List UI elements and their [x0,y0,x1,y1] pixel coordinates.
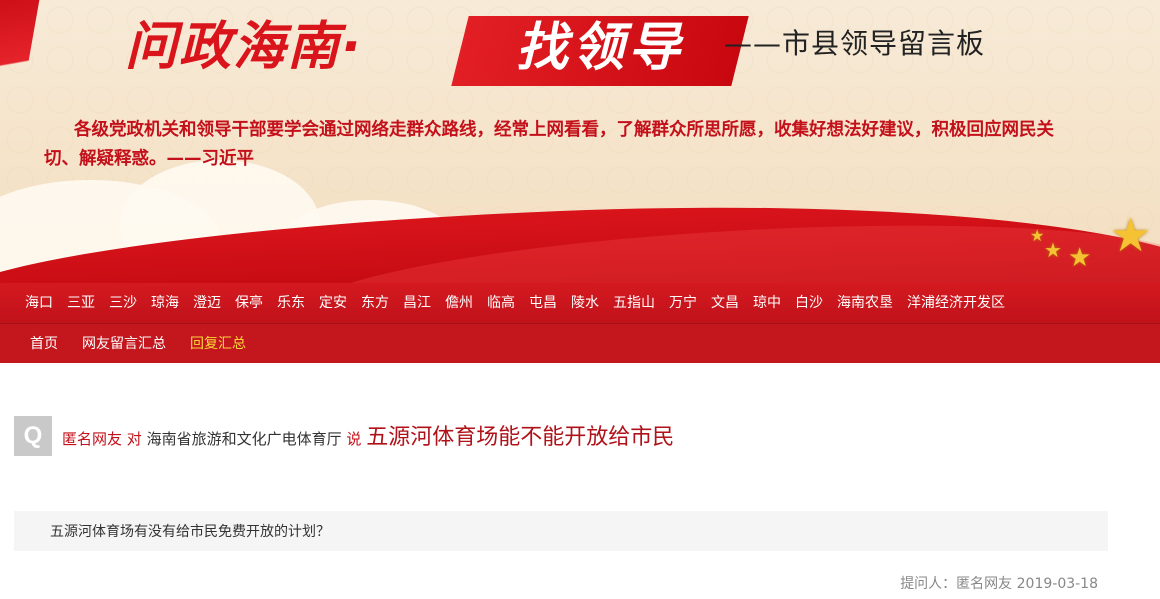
question-title: 五源河体育场能不能开放给市民 [366,425,675,450]
city-nav-item[interactable]: 琼海 [144,283,186,323]
city-nav-item[interactable]: 定安 [312,283,354,323]
question-to-word: 对 [126,430,142,448]
question-header: 匿名网友 对 海南省旅游和文化广电体育厅 说 五源河体育场能不能开放给市民 [62,421,702,456]
main-nav-item[interactable]: 回复汇总 [178,324,258,364]
star-icon: ★ [1044,238,1062,262]
banner-subtitle: ——市县领导留言板 [724,27,986,60]
banner-title: 问政海南· 找领导 [125,12,749,86]
city-nav-item[interactable]: 乐东 [270,283,312,323]
question-asker[interactable]: 匿名网友 [62,430,122,448]
city-nav-item[interactable]: 琼中 [746,283,788,323]
city-nav-item[interactable]: 临高 [480,283,522,323]
header-banner: 问政海南· 找领导 ——市县领导留言板 各级党政机关和领导干部要学会通过网络走群… [0,0,1160,283]
city-nav-item[interactable]: 白沙 [788,283,830,323]
banner-title-highlight: 找领导 [515,18,684,78]
star-icon: ★ [1030,226,1045,245]
star-icon: ★ [1110,208,1152,262]
city-nav-item[interactable]: 海口 [18,283,60,323]
city-nav-item[interactable]: 海南农垦 [830,283,900,323]
city-nav-item[interactable]: 澄迈 [186,283,228,323]
city-nav: 海口 三亚 三沙 琼海 澄迈 保亭 乐东 定安 东方 昌江 儋州 临高 屯昌 陵水 五指山 万宁 文昌 琼中 白沙海… [0,283,1160,323]
city-nav-item[interactable]: 保亭 [228,283,270,323]
city-nav-item[interactable]: 三亚 [60,283,102,323]
main-nav: 首页 网友留言汇总 回复汇总 [0,323,1160,363]
main-nav-item[interactable]: 首页 [18,324,70,364]
city-nav-item[interactable]: 五指山 [606,283,662,323]
question-detail: 五源河体育场有没有给市民免费开放的计划？ [14,511,1108,551]
question-badge: Q [14,416,52,456]
city-nav-item[interactable]: 三沙 [102,283,144,323]
city-nav-item[interactable]: 儋州 [438,283,480,323]
question-content: Q 匿名网友 对 海南省旅游和文化广电体育厅 说 五源河体育场能不能开放给市民 … [0,363,1160,599]
banner-quote: 各级党政机关和领导干部要学会通过网络走群众路线，经常上网看看，了解群众所思所愿，… [44,120,1054,169]
main-nav-item[interactable]: 网友留言汇总 [70,324,178,364]
city-nav-item[interactable]: 昌江 [396,283,438,323]
city-nav-item[interactable]: 东方 [354,283,396,323]
city-nav-item[interactable]: 屯昌 [522,283,564,323]
question-say-word: 说 [346,430,362,448]
city-nav-item[interactable]: 陵水 [564,283,606,323]
city-nav-item[interactable]: 文昌 [704,283,746,323]
question-target-department[interactable]: 海南省旅游和文化广电体育厅 [147,430,342,448]
question-meta: 提问人：匿名网友 2019-03-18 [900,576,1098,592]
city-nav-item[interactable]: 洋浦经济开发区 [900,283,1012,323]
banner-title-main: 问政海南· [125,17,363,77]
star-icon: ★ [1068,243,1092,273]
city-nav-item[interactable]: 万宁 [662,283,704,323]
